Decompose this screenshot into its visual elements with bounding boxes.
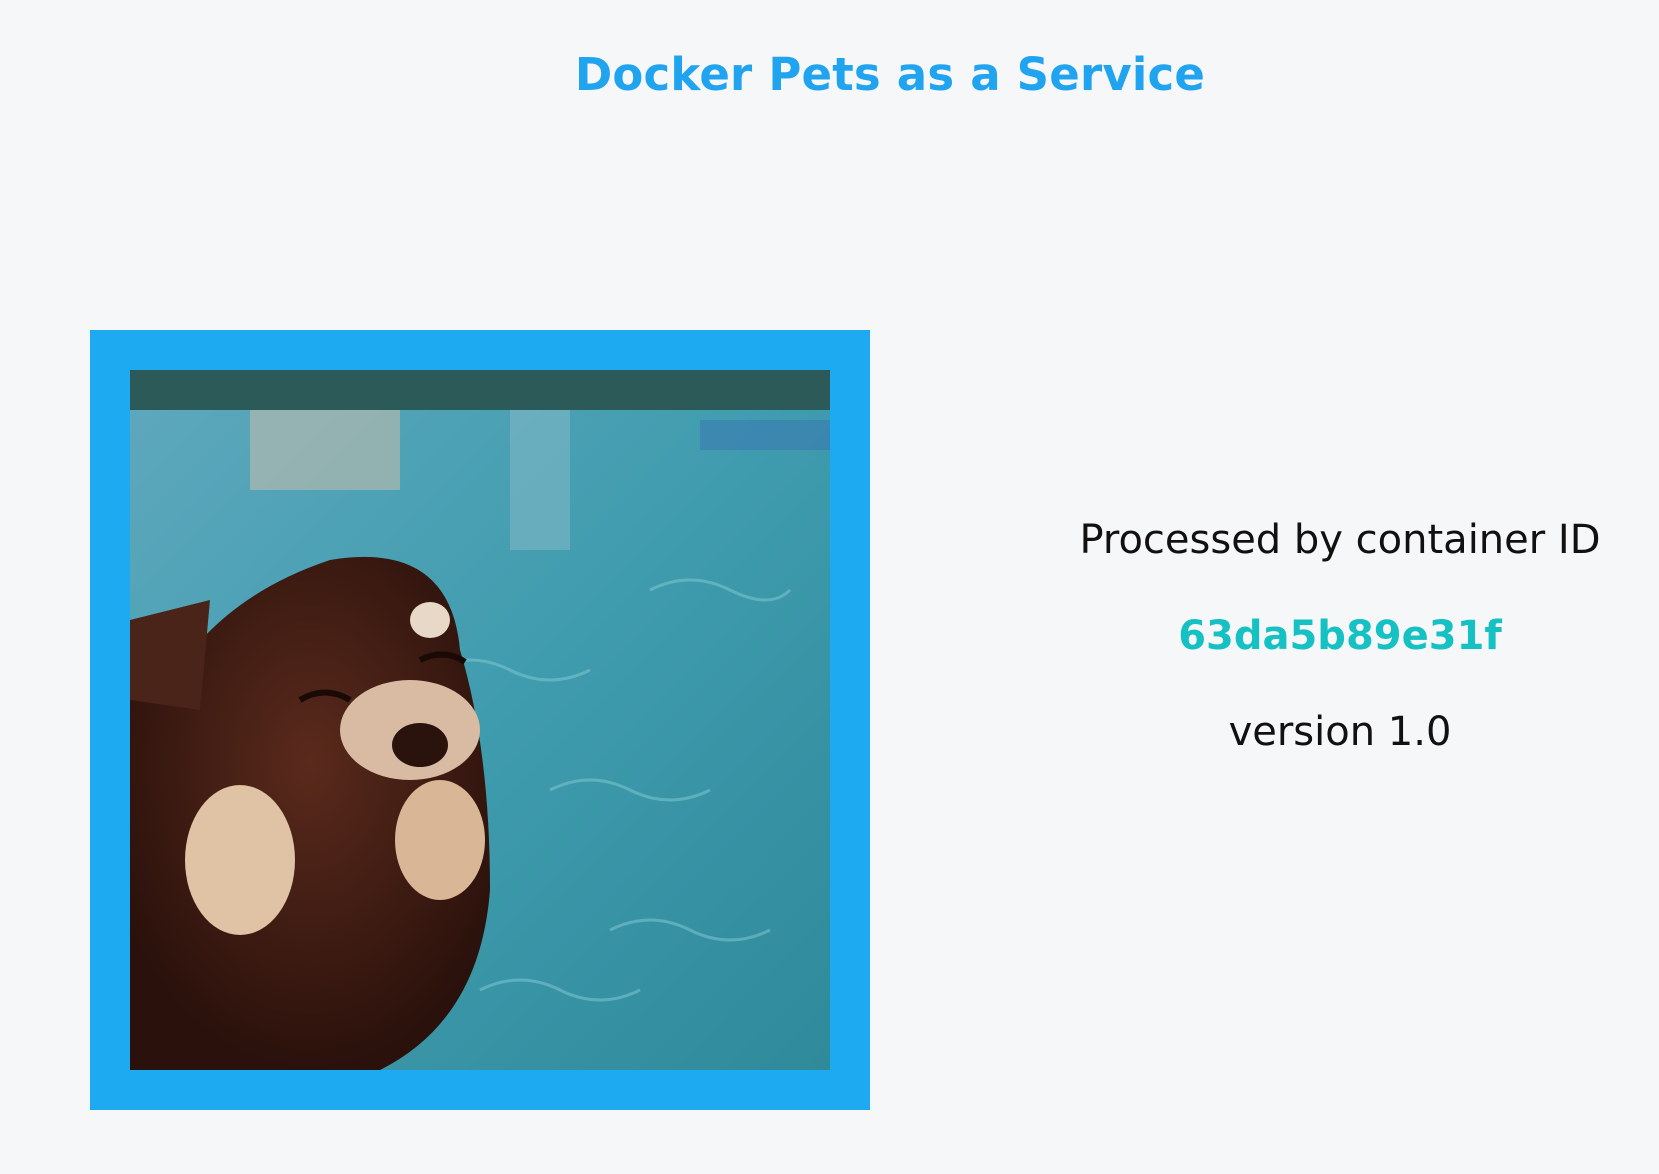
pet-photo-icon bbox=[130, 370, 830, 1070]
page-title: Docker Pets as a Service bbox=[574, 48, 1206, 101]
pet-photo bbox=[130, 370, 830, 1070]
processed-by-label: Processed by container ID bbox=[1079, 517, 1601, 563]
version-label: version 1.0 bbox=[1228, 709, 1452, 755]
pet-photo-frame bbox=[90, 330, 870, 1110]
container-id-value: 63da5b89e31f bbox=[1178, 613, 1502, 659]
container-info: Processed by container ID 63da5b89e31f v… bbox=[1040, 508, 1640, 764]
